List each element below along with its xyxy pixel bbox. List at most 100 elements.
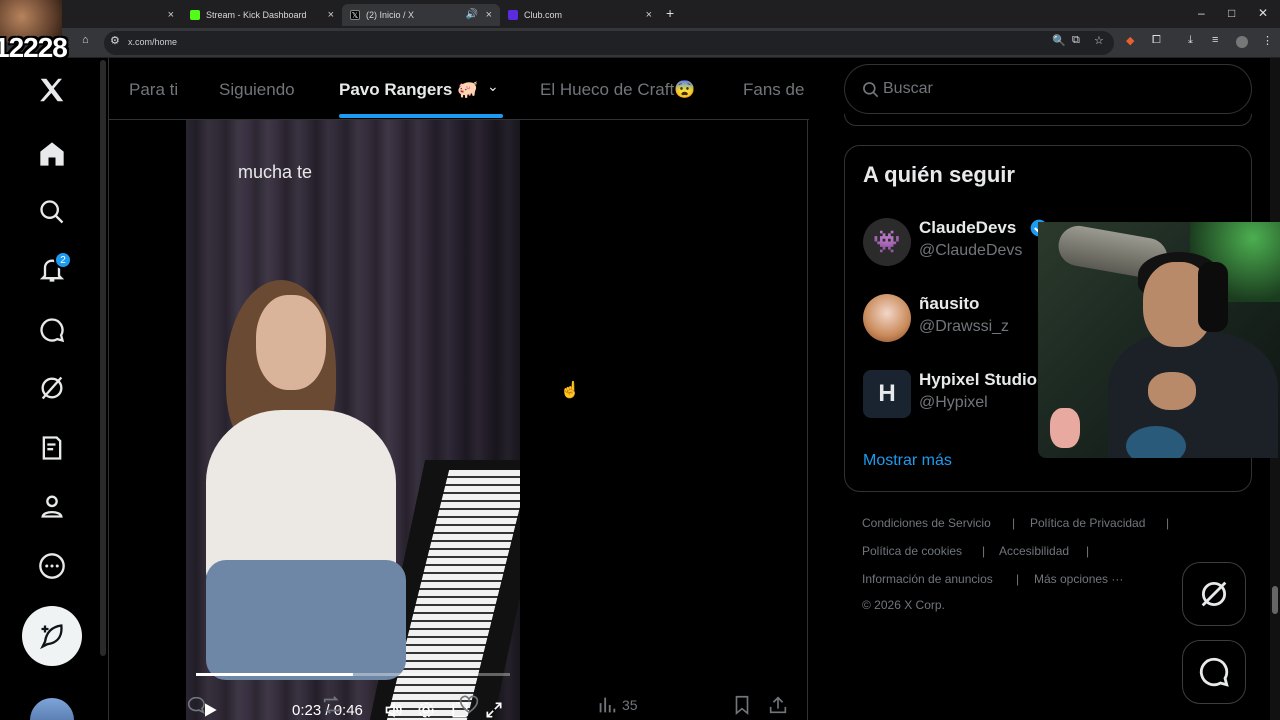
x-logo-icon[interactable] <box>36 74 68 106</box>
footer-separator: | <box>982 544 986 558</box>
user-name[interactable]: ñausito <box>919 294 979 314</box>
footer-link[interactable]: Condiciones de Servicio <box>862 516 991 530</box>
who-to-follow-title: A quién seguir <box>863 162 1015 187</box>
site-info-icon[interactable]: ⚙ <box>110 34 120 47</box>
tab-close-icon[interactable]: × <box>328 9 334 21</box>
cast-icon[interactable]: ≡ <box>1212 34 1218 46</box>
woman-legs-image <box>206 560 406 680</box>
zoom-icon[interactable]: 🔍 <box>1052 34 1066 47</box>
tab-close-icon[interactable]: × <box>646 9 652 21</box>
notification-badge: 2 <box>54 251 72 269</box>
user-handle: @Drawssi_z <box>919 318 1010 335</box>
tab-siguiendo[interactable]: Siguiendo <box>219 80 295 100</box>
footer-separator: | <box>1086 544 1090 558</box>
active-tab-indicator <box>339 114 503 118</box>
video-progress-fill <box>196 673 353 676</box>
user-handle: @Hypixel <box>919 394 988 411</box>
chat-bubble-icon <box>1199 657 1229 687</box>
home-icon[interactable]: ⌂ <box>82 34 89 46</box>
user-name[interactable]: ClaudeDevs <box>919 218 1016 238</box>
tab-close-icon[interactable]: × <box>486 9 492 21</box>
tab-el-hueco-de-craft[interactable]: El Hueco de Craft😨 <box>540 80 695 100</box>
browser-tab-kick[interactable]: Stream - Kick Dashboard × <box>182 4 342 26</box>
video-player[interactable]: mucha te 0:23 / 0:46 <box>186 120 520 720</box>
download-icon[interactable]: ⤓ <box>1188 34 1193 47</box>
feather-plus-icon <box>40 624 63 650</box>
tab-title: Stream - Kick Dashboard <box>206 10 307 20</box>
menu-icon[interactable]: ⋮ <box>1262 34 1273 47</box>
tab-para-ti[interactable]: Para ti <box>129 80 178 100</box>
chevron-down-icon[interactable]: ⌄ <box>487 78 499 95</box>
explore-search-icon[interactable] <box>36 196 68 228</box>
user-name[interactable]: Hypixel Studios <box>919 370 1047 390</box>
home-icon[interactable] <box>36 138 68 170</box>
audio-icon[interactable]: 🔊 <box>466 9 478 20</box>
tab-title: (2) Inicio / X <box>366 10 415 20</box>
views-count: 35 <box>622 697 638 713</box>
club-icon <box>508 10 518 20</box>
footer-link[interactable]: Accesibilidad <box>999 544 1069 558</box>
feed-tab-bar: Para ti Siguiendo Pavo Rangers 🐖 ⌄ El Hu… <box>109 58 809 120</box>
more-options-link[interactable]: Más opciones ··· <box>1034 572 1123 586</box>
extension-icon[interactable]: ◆ <box>1126 34 1134 47</box>
page-scrollbar-thumb[interactable] <box>1272 586 1278 614</box>
pig-sticker-image <box>1050 408 1080 448</box>
bookmark-star-icon[interactable]: ☆ <box>1094 34 1104 47</box>
search-box[interactable]: Buscar <box>844 64 1252 114</box>
headset-image <box>1198 262 1228 332</box>
tab-close-icon[interactable]: × <box>168 9 174 21</box>
compose-post-button[interactable] <box>22 606 82 666</box>
woman-face-image <box>256 295 326 390</box>
show-more-link[interactable]: Mostrar más <box>863 452 952 470</box>
reply-icon[interactable] <box>185 694 207 716</box>
browser-tab-club[interactable]: Club.com × <box>500 4 660 26</box>
x-logo-icon: 𝕏 <box>350 10 360 20</box>
hypixel-logo-icon: H <box>878 380 896 407</box>
install-icon[interactable]: ⧉ <box>1072 34 1080 47</box>
messages-button[interactable] <box>1182 640 1246 704</box>
minimize-button[interactable]: – <box>1198 6 1205 20</box>
extensions-puzzle-icon[interactable]: ⧠ <box>1152 34 1161 47</box>
new-tab-button[interactable]: + <box>666 5 674 21</box>
lists-icon[interactable] <box>36 432 68 464</box>
tab-fans-de[interactable]: Fans de <box>743 80 804 100</box>
avatar[interactable] <box>863 294 911 342</box>
browser-tab-x[interactable]: 𝕏 (2) Inicio / X 🔊 × <box>342 4 500 26</box>
footer-link[interactable]: Política de cookies <box>862 544 962 558</box>
address-bar-row <box>0 28 1280 58</box>
share-icon[interactable] <box>767 694 789 716</box>
user-handle: @ClaudeDevs <box>919 242 1023 259</box>
footer-separator: | <box>1166 516 1170 530</box>
mouse-cursor-icon: ☝ <box>560 382 580 399</box>
main-feed: Para ti Siguiendo Pavo Rangers 🐖 ⌄ El Hu… <box>108 58 809 720</box>
repost-icon[interactable] <box>321 694 343 716</box>
grok-button[interactable] <box>1182 562 1246 626</box>
browser-tab-bar: k × Stream - Kick Dashboard × 𝕏 (2) Inic… <box>0 0 1280 28</box>
footer-separator: | <box>1016 572 1020 586</box>
like-heart-icon[interactable] <box>458 694 480 716</box>
search-input[interactable]: Buscar <box>883 80 933 98</box>
footer-link[interactable]: Política de Privacidad <box>1030 516 1145 530</box>
messages-icon[interactable] <box>36 314 68 346</box>
grok-icon[interactable] <box>36 372 68 404</box>
avatar[interactable]: H <box>863 370 911 418</box>
profile-person-icon[interactable] <box>36 490 68 522</box>
maximize-button[interactable]: □ <box>1228 6 1235 20</box>
streamer-hand-image <box>1148 372 1196 410</box>
footer-separator: | <box>1012 516 1016 530</box>
avatar[interactable]: 👾 <box>863 218 911 266</box>
tab-pavo-rangers[interactable]: Pavo Rangers 🐖 <box>339 80 478 100</box>
omnibox[interactable] <box>104 31 1114 55</box>
bookmark-icon[interactable] <box>731 694 753 716</box>
left-scrollbar[interactable] <box>100 60 106 656</box>
profile-icon[interactable] <box>1236 36 1248 48</box>
footer-link[interactable]: Información de anuncios <box>862 572 993 586</box>
video-caption: mucha te <box>238 162 313 182</box>
close-window-button[interactable]: ✕ <box>1258 6 1268 20</box>
previous-card-bottom <box>844 114 1252 126</box>
views-chart-icon[interactable] <box>596 694 618 716</box>
more-options-icon[interactable] <box>36 550 68 582</box>
mug-image <box>1126 426 1186 458</box>
kick-icon <box>190 10 200 20</box>
url-text[interactable]: x.com/home <box>128 37 177 47</box>
